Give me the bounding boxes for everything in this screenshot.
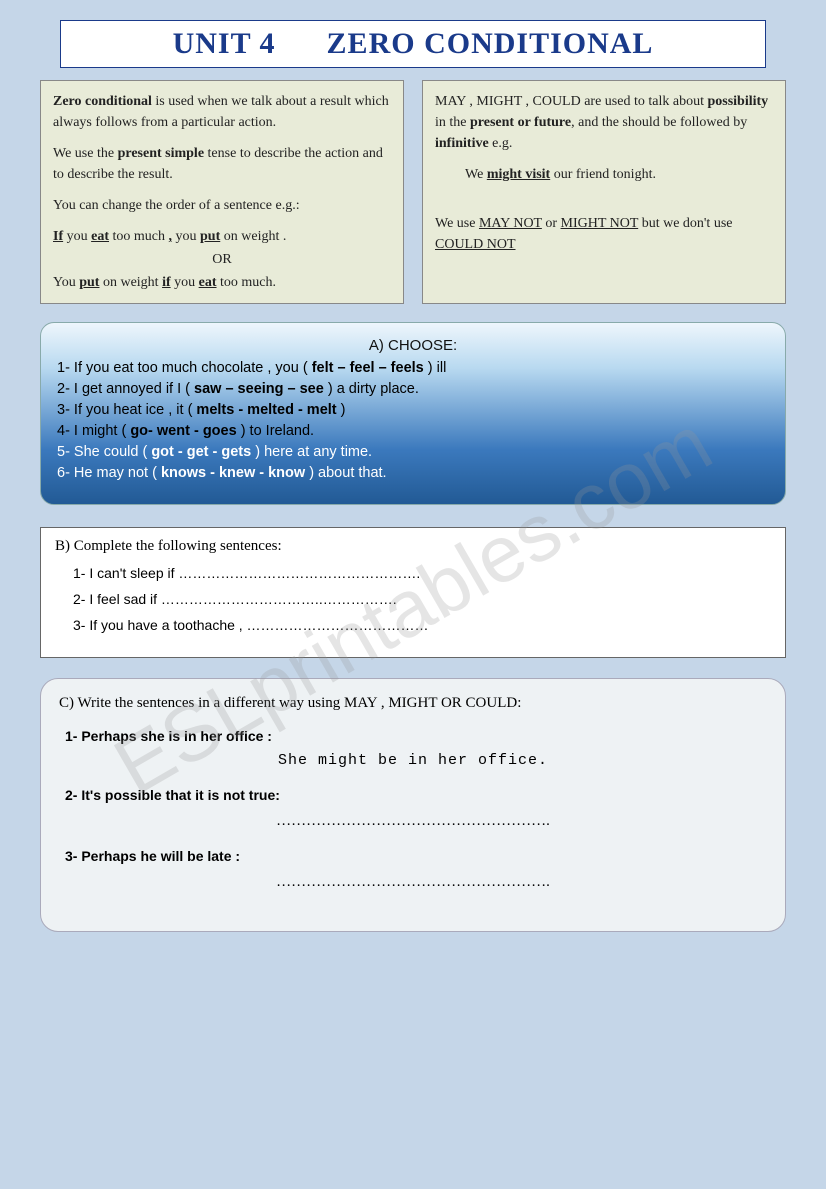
left-p4: If you eat too much , you put on weight … bbox=[53, 226, 391, 247]
info-box-right: MAY , MIGHT , COULD are used to talk abo… bbox=[422, 80, 786, 304]
c-q3: 3- Perhaps he will be late : bbox=[65, 848, 767, 864]
a-q2: 2- I get annoyed if I ( saw – seeing – s… bbox=[57, 381, 769, 397]
section-a-head: A) CHOOSE: bbox=[57, 337, 769, 354]
c-q2: 2- It's possible that it is not true: bbox=[65, 787, 767, 803]
c-dots3: ………………………………………………. bbox=[59, 874, 767, 891]
title-box: UNIT 4 ZERO CONDITIONAL bbox=[60, 20, 766, 68]
left-p3: You can change the order of a sentence e… bbox=[53, 195, 391, 216]
a-q4: 4- I might ( go- went - goes ) to Irelan… bbox=[57, 423, 769, 439]
left-p1: Zero conditional is used when we talk ab… bbox=[53, 91, 391, 133]
right-p2: We use MAY NOT or MIGHT NOT but we don't… bbox=[435, 213, 773, 255]
left-p2: We use the present simple tense to descr… bbox=[53, 143, 391, 185]
right-example: We might visit our friend tonight. bbox=[435, 164, 773, 185]
c-a1: She might be in her office. bbox=[59, 752, 767, 769]
section-a: A) CHOOSE: 1- If you eat too much chocol… bbox=[40, 322, 786, 505]
topic-label: ZERO CONDITIONAL bbox=[327, 27, 654, 60]
left-or: OR bbox=[53, 249, 391, 270]
unit-label: UNIT 4 bbox=[173, 27, 276, 60]
page-title: UNIT 4 ZERO CONDITIONAL bbox=[61, 27, 765, 61]
c-dots2: ………………………………………………. bbox=[59, 813, 767, 830]
a-q3: 3- If you heat ice , it ( melts - melted… bbox=[57, 402, 769, 418]
b-q3: 3- If you have a toothache , ……………………………… bbox=[73, 617, 771, 633]
right-p1: MAY , MIGHT , COULD are used to talk abo… bbox=[435, 91, 773, 154]
section-c: C) Write the sentences in a different wa… bbox=[40, 678, 786, 932]
section-c-head: C) Write the sentences in a different wa… bbox=[59, 695, 767, 712]
left-p5: You put on weight if you eat too much. bbox=[53, 272, 391, 293]
b-q1: 1- I can't sleep if ……………………………………………. bbox=[73, 565, 771, 581]
a-q1: 1- If you eat too much chocolate , you (… bbox=[57, 360, 769, 376]
section-b: B) Complete the following sentences: 1- … bbox=[40, 527, 786, 658]
info-box-left: Zero conditional is used when we talk ab… bbox=[40, 80, 404, 304]
a-q5: 5- She could ( got - get - gets ) here a… bbox=[57, 444, 769, 460]
section-b-head: B) Complete the following sentences: bbox=[55, 538, 771, 555]
info-row: Zero conditional is used when we talk ab… bbox=[40, 80, 786, 304]
a-q6: 6- He may not ( knows - knew - know ) ab… bbox=[57, 465, 769, 481]
b-q2: 2- I feel sad if ……………………………..……………. bbox=[73, 591, 771, 607]
c-q1: 1- Perhaps she is in her office : bbox=[65, 728, 767, 744]
